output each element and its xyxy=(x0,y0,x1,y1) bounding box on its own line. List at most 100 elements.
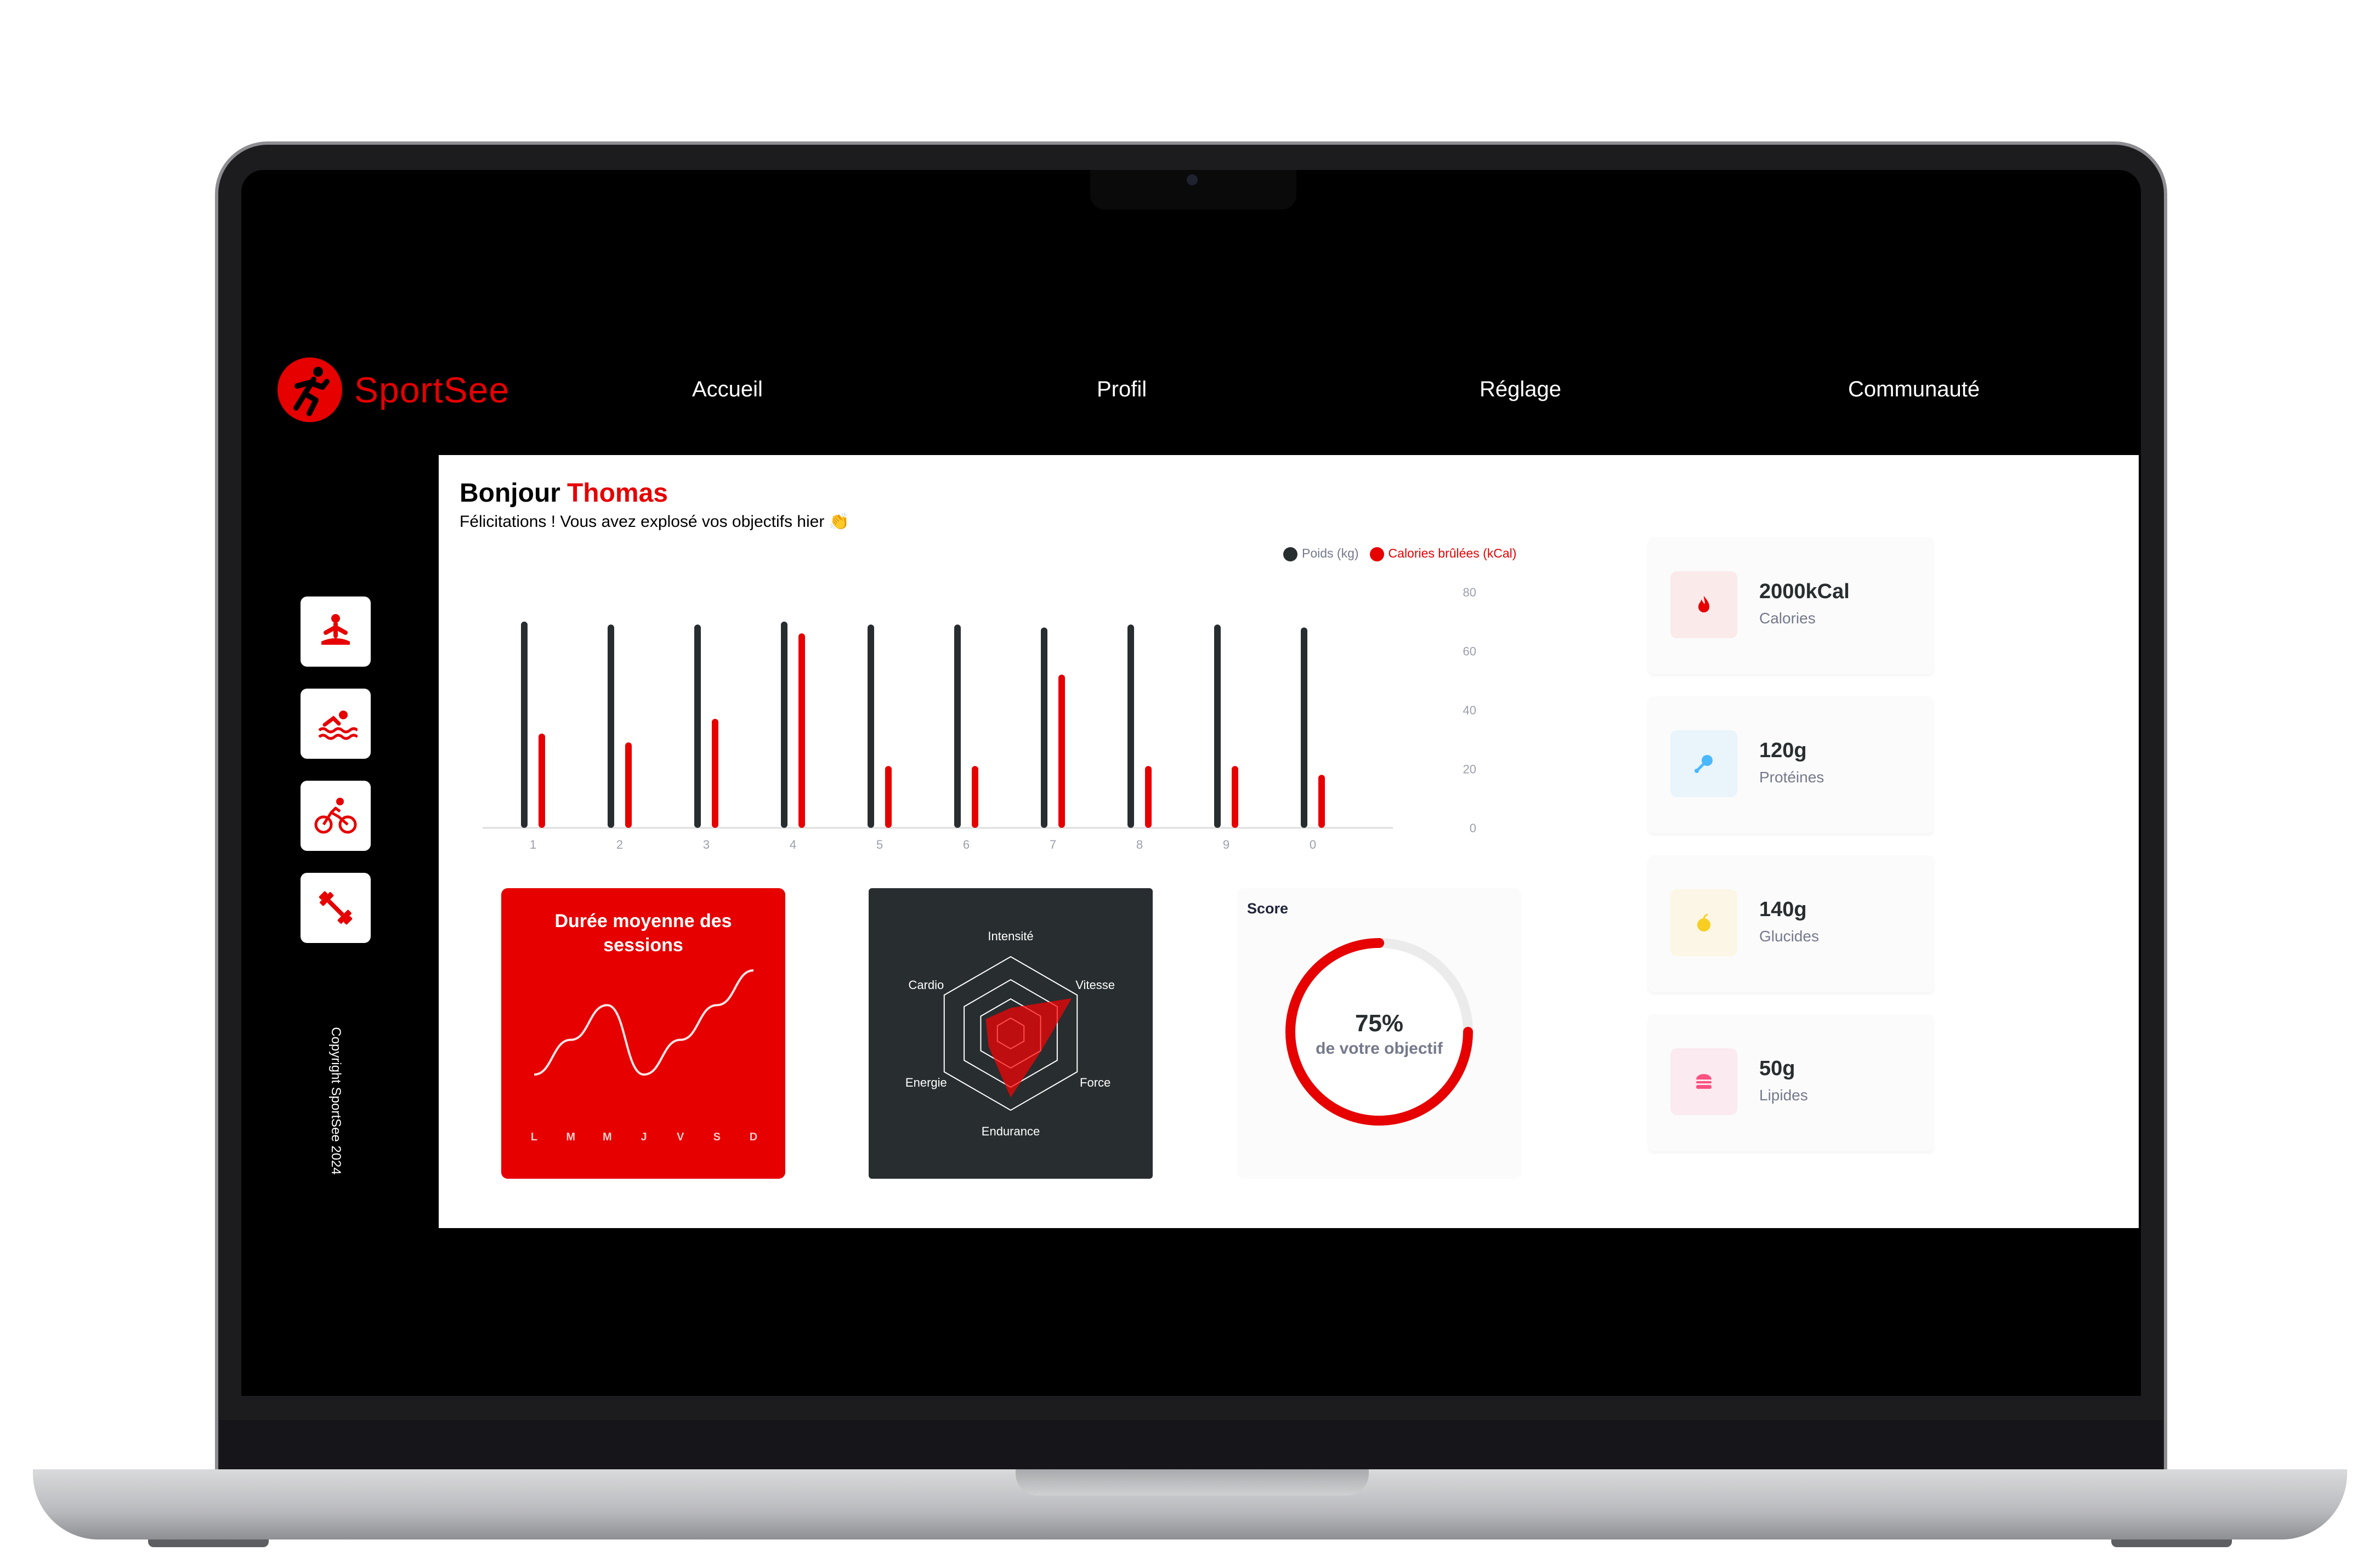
kpi-value: 2000kCal xyxy=(1759,580,1850,603)
performance-card: Intensité Vitesse Force Endurance Energie Car… xyxy=(869,888,1153,1179)
x-tick-label: 0 xyxy=(1310,838,1316,851)
day-tick-label: L xyxy=(531,1131,537,1143)
greeting-message: Félicitations ! Vous avez explosé vos ob… xyxy=(460,513,850,531)
swimming-button[interactable] xyxy=(301,689,371,759)
apple-icon xyxy=(1670,889,1737,956)
weight-bar xyxy=(1127,624,1134,828)
kpi-label: Glucides xyxy=(1759,928,1819,945)
weightlifting-icon xyxy=(319,891,353,925)
score-card: Score 75% de votre objectif xyxy=(1237,888,1521,1179)
weight-bar xyxy=(1301,627,1307,828)
kpi-label: Lipides xyxy=(1759,1087,1808,1104)
nav-profil[interactable]: Profil xyxy=(1097,377,1147,402)
day-tick-label: S xyxy=(713,1131,721,1143)
kpi-card-carbs: 140g Glucides xyxy=(1648,855,1934,992)
calories-bar xyxy=(539,734,545,828)
x-tick-label: 6 xyxy=(963,838,970,851)
x-tick-label: 5 xyxy=(876,838,883,851)
cycling-button[interactable] xyxy=(301,781,371,851)
weightlifting-button[interactable] xyxy=(301,873,371,943)
radar-axis-label: Vitesse xyxy=(1075,978,1115,992)
kpi-value: 50g xyxy=(1759,1057,1795,1080)
weight-bar xyxy=(954,624,961,828)
kpi-value: 120g xyxy=(1759,739,1807,762)
weight-bar xyxy=(521,621,528,828)
y-tick-label: 80 xyxy=(1463,586,1476,599)
calories-bar xyxy=(1232,766,1238,828)
greeting-title: Bonjour Thomas xyxy=(460,478,668,508)
x-tick-label: 3 xyxy=(703,838,710,851)
chicken-icon xyxy=(1670,730,1737,797)
legend-label: Calories brûlées (kCal) xyxy=(1388,546,1517,560)
app-name: SportSee xyxy=(354,370,510,410)
performance-radar-chart: Intensité Vitesse Force Endurance Energie Car… xyxy=(905,929,1115,1138)
weight-bar xyxy=(868,624,874,828)
dashboard-panel: Bonjour Thomas Félicitations ! Vous avez … xyxy=(439,455,2139,1228)
laptop-foot xyxy=(148,1539,269,1547)
flame-icon xyxy=(1670,571,1737,638)
weight-bar xyxy=(694,624,701,828)
camera-icon xyxy=(1187,174,1198,185)
legend-dot xyxy=(1283,547,1297,561)
runner-logo-icon xyxy=(277,357,342,422)
x-tick-label: 8 xyxy=(1136,838,1143,851)
radar-axis-label: Intensité xyxy=(988,929,1033,943)
x-tick-label: 2 xyxy=(616,838,623,851)
kpi-label: Protéines xyxy=(1759,769,1824,786)
y-tick-label: 60 xyxy=(1463,645,1476,658)
legend-item-weight: Poids (kg) xyxy=(1283,546,1359,561)
y-tick-label: 40 xyxy=(1463,703,1476,717)
x-tick-label: 1 xyxy=(530,838,536,851)
day-tick-label: D xyxy=(750,1131,757,1143)
laptop-foot xyxy=(2111,1539,2232,1547)
weight-bar xyxy=(1041,627,1047,828)
cycling-icon xyxy=(314,798,357,834)
day-tick-label: M xyxy=(603,1131,612,1143)
calories-bar xyxy=(1145,766,1152,828)
kpi-card-lipids: 50g Lipides xyxy=(1648,1014,1934,1151)
day-tick-label: M xyxy=(566,1131,575,1143)
calories-bar xyxy=(1058,674,1065,828)
y-tick-label: 20 xyxy=(1463,763,1476,776)
y-tick-label: 0 xyxy=(1470,821,1476,835)
weight-bar xyxy=(1214,624,1221,828)
session-duration-card: Durée moyenne des sessions LMMJVSD xyxy=(501,888,785,1179)
greeting-prefix: Bonjour xyxy=(460,479,560,508)
nav-accueil[interactable]: Accueil xyxy=(692,377,763,402)
swimming-icon xyxy=(318,711,358,740)
laptop-hinge xyxy=(219,1420,2163,1474)
legend-label: Poids (kg) xyxy=(1302,546,1359,560)
kpi-value: 140g xyxy=(1759,898,1807,921)
calories-bar xyxy=(972,766,978,828)
weight-bar xyxy=(608,624,614,828)
app-logo[interactable]: SportSee xyxy=(277,357,509,422)
activity-legend: Poids (kg) Calories brûlées (kCal) xyxy=(1283,546,1516,561)
meditation-button[interactable] xyxy=(301,596,371,667)
x-tick-label: 9 xyxy=(1223,838,1229,851)
score-sublabel: de votre objectif xyxy=(1316,1039,1443,1058)
calories-bar xyxy=(1318,775,1325,828)
radar-axis-label: Endurance xyxy=(982,1124,1040,1138)
user-name: Thomas xyxy=(566,479,668,508)
kpi-card-calories: 2000kCal Calories xyxy=(1648,537,1934,674)
x-tick-label: 4 xyxy=(790,838,796,851)
radar-axis-label: Force xyxy=(1080,1076,1110,1089)
session-duration-line xyxy=(534,969,754,1076)
radar-axis-label: Energie xyxy=(905,1076,947,1089)
calories-bar xyxy=(798,633,805,828)
legend-item-calories: Calories brûlées (kCal) xyxy=(1369,546,1517,561)
copyright-text: Copyright SportSee 2024 xyxy=(328,1027,343,1175)
calories-bar xyxy=(885,766,892,828)
burger-icon xyxy=(1670,1048,1737,1115)
score-value: 75% xyxy=(1355,1010,1404,1037)
nav-communaute[interactable]: Communauté xyxy=(1848,377,1980,402)
day-tick-label: J xyxy=(641,1131,647,1143)
laptop-opening-notch xyxy=(1016,1469,1369,1496)
nav-reglage[interactable]: Réglage xyxy=(1480,377,1561,402)
calories-bar xyxy=(712,719,718,828)
session-duration-chart: LMMJVSD xyxy=(531,969,757,1143)
meditation-icon xyxy=(321,614,350,645)
activity-chart: 0 20 40 60 80 1 2 3 4 5 6 7 8 9 0 xyxy=(483,586,1476,851)
calories-bar xyxy=(625,742,632,828)
radar-axis-label: Cardio xyxy=(908,978,944,992)
